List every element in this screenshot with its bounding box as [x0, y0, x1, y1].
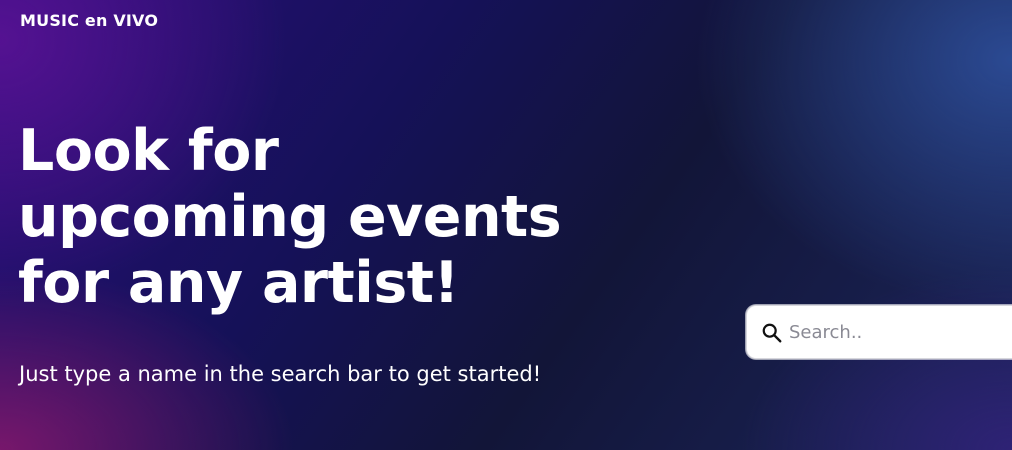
search-icon: [762, 323, 782, 343]
brand-logo-text: MUSIC en VIVO: [20, 11, 159, 30]
hero-headline: Look for upcoming events for any artist!: [18, 118, 562, 316]
search-bar[interactable]: [746, 305, 1012, 359]
hero-subtitle: Just type a name in the search bar to ge…: [19, 362, 542, 386]
search-input[interactable]: [789, 306, 1012, 358]
